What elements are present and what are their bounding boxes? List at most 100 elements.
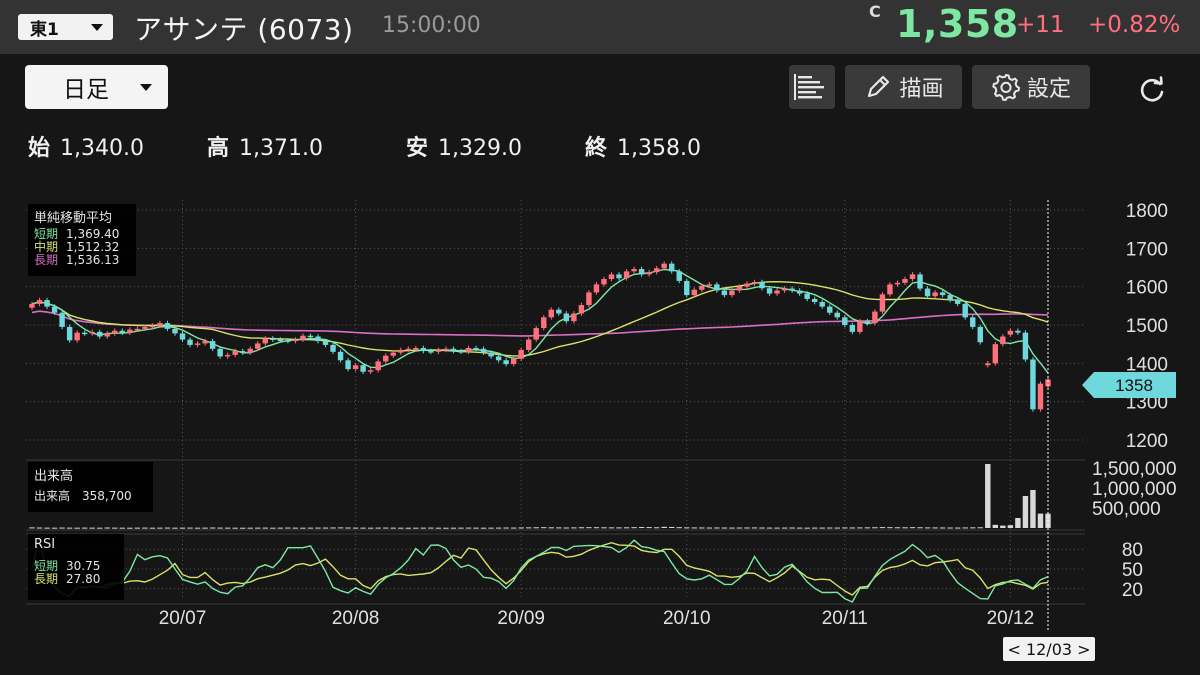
candle-body (917, 274, 923, 289)
draw-button[interactable]: 描画 (845, 65, 962, 109)
volume-legend-title: 出来高 (34, 469, 74, 484)
stock-chart[interactable]: 18001700160015001400130012001,500,0001,0… (0, 190, 1200, 675)
ohlc-low: 安 1,329.0 (406, 130, 522, 162)
volume-bar (616, 527, 622, 529)
candle-body (623, 271, 630, 279)
candle-body (661, 263, 667, 269)
ma-long-label: 長期 (34, 253, 59, 267)
period-select[interactable]: 日足 (25, 65, 168, 109)
candle-body (616, 274, 622, 279)
volume-bar (503, 527, 509, 529)
volume-bar (277, 527, 284, 529)
volume-bar (729, 527, 735, 529)
candle-body (405, 348, 412, 351)
candle-body (909, 274, 916, 279)
chevron-down-icon (91, 24, 103, 31)
volume-bar (842, 527, 848, 529)
volume-bar (684, 527, 690, 529)
volume-bar (1015, 518, 1021, 528)
volume-bar (134, 527, 141, 529)
candle-body (36, 300, 43, 304)
volume-bar (337, 527, 344, 529)
date-tick-label: 20/10 (663, 608, 711, 629)
volume-bar (194, 527, 201, 529)
market-select-label: 東1 (30, 19, 59, 40)
volume-bar (285, 527, 291, 529)
volume-bar (262, 527, 269, 529)
candle-body (1007, 330, 1014, 335)
date-tick-label: 20/07 (159, 608, 207, 629)
candle-body (992, 344, 999, 364)
candle-body (729, 290, 735, 296)
candle-body (796, 290, 803, 294)
candle-body (751, 282, 758, 284)
candle-body (638, 269, 645, 275)
candle-body (74, 332, 80, 341)
refresh-button[interactable] (1132, 72, 1172, 108)
volume-bar (172, 527, 178, 529)
candle-body (352, 365, 359, 370)
volume-bar (947, 527, 953, 529)
volume-bar (352, 527, 359, 529)
ohlc-low-value: 1,329.0 (438, 136, 522, 161)
volume-value: 358,700 (82, 489, 132, 503)
candle-body (894, 282, 901, 285)
candle-body (247, 348, 253, 353)
candle-body (834, 312, 840, 318)
volume-bar (81, 527, 88, 529)
candle-body (383, 355, 389, 362)
volume-bar (450, 527, 457, 529)
candle-body (134, 328, 141, 331)
candle-body (29, 303, 35, 308)
volume-bar (962, 527, 968, 529)
candle-body (1030, 359, 1036, 410)
draw-button-label: 描画 (899, 77, 944, 102)
candle-body (66, 326, 73, 341)
ohlc-open: 始 1,340.0 (28, 130, 144, 162)
settings-button[interactable]: 設定 (972, 65, 1090, 109)
volume-bar (909, 527, 916, 529)
volume-bar (985, 464, 991, 528)
candle-body (480, 348, 487, 353)
volume-bar (631, 527, 637, 529)
volume-bar (857, 527, 863, 529)
candle-body (104, 333, 110, 337)
volume-bar (887, 527, 893, 529)
candle-body (81, 332, 88, 335)
gear-icon (992, 74, 1020, 101)
price-tick-label: 1800 (1126, 201, 1168, 222)
volume-bar (533, 527, 539, 529)
candle-body (985, 363, 991, 366)
indicator-list-button[interactable] (789, 65, 835, 109)
candle-body (631, 269, 637, 272)
candle-body (541, 317, 547, 329)
volume-bar (518, 527, 524, 529)
refresh-icon (1140, 76, 1164, 102)
volume-bar (413, 527, 419, 529)
volume-bar (804, 527, 810, 529)
candle-body (887, 284, 893, 295)
volume-bar (601, 527, 607, 529)
ohlc-high: 高 1,371.0 (207, 130, 323, 162)
market-select[interactable]: 東1 (18, 14, 113, 40)
candle-body (556, 309, 562, 314)
candle-body (646, 272, 652, 275)
volume-bar (751, 527, 758, 529)
candle-body (443, 348, 449, 351)
volume-bar (714, 527, 720, 529)
volume-bar (405, 527, 412, 529)
candle-body (97, 331, 103, 337)
candle-body (684, 280, 690, 296)
candle-body (59, 312, 65, 327)
volume-bar (1030, 490, 1036, 528)
candle-body (879, 294, 886, 312)
volume-bar (796, 527, 803, 529)
candle-body (488, 352, 494, 357)
volume-bar (939, 527, 946, 529)
volume-bar (149, 527, 156, 529)
candle-body (766, 288, 773, 294)
volume-bar (473, 527, 479, 529)
candle-body (518, 349, 524, 359)
rsi-tick-label: 20 (1122, 580, 1143, 601)
volume-bar (917, 527, 923, 529)
